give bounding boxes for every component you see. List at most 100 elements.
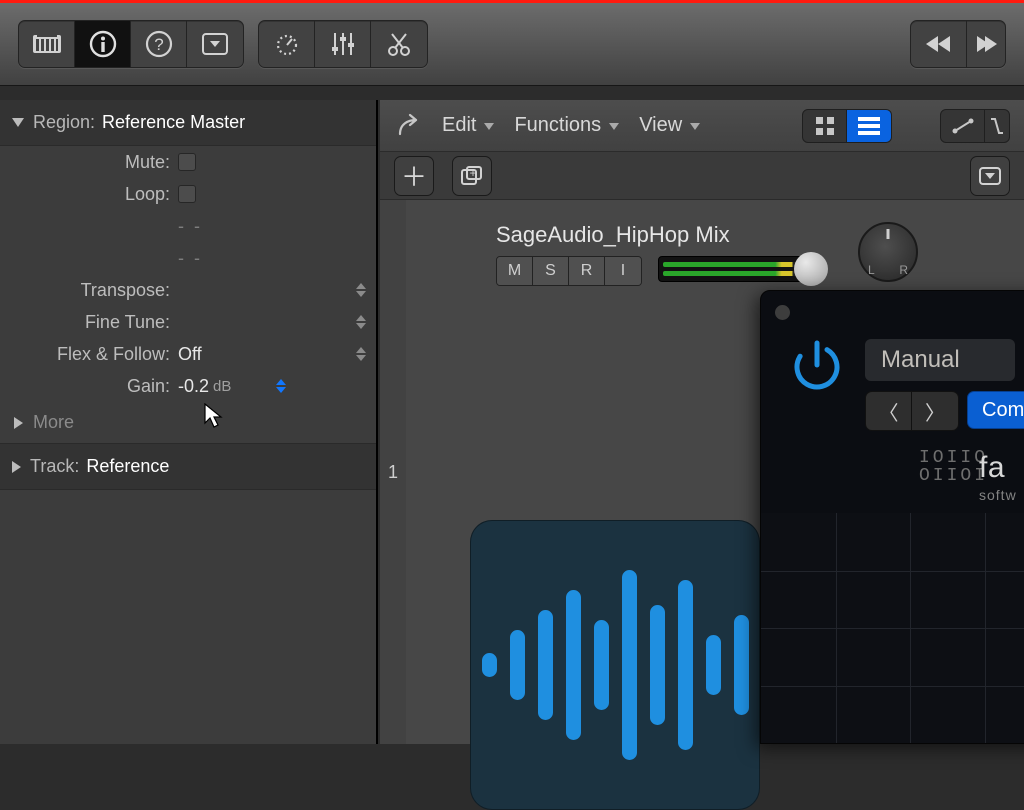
mixer-icon (329, 31, 357, 57)
functions-menu[interactable]: Functions (514, 114, 619, 137)
inspector-button[interactable] (75, 21, 131, 67)
region-header-value: Reference Master (102, 112, 245, 133)
mute-button[interactable]: M (497, 257, 533, 285)
brand-name: fa (979, 451, 1005, 485)
view-label: View (639, 114, 682, 137)
pan-right-label: R (899, 263, 908, 277)
view-toggle (802, 109, 892, 143)
scissors-button[interactable] (371, 21, 427, 67)
list-icon (858, 117, 880, 135)
automation-toggle (940, 109, 1010, 143)
more-row[interactable]: More (0, 402, 376, 443)
list-view-button[interactable] (847, 110, 891, 142)
svg-text:+: + (469, 166, 476, 180)
scissors-icon (386, 31, 412, 57)
msri-buttons: M S R I (496, 256, 642, 286)
track-header[interactable]: Track: Reference (0, 443, 376, 490)
qswing-row[interactable]: - - (0, 242, 376, 274)
finetune-row[interactable]: Fine Tune: (0, 306, 376, 338)
track-name[interactable]: SageAudio_HipHop Mix (496, 222, 730, 248)
preset-nav: 〈 〉 (865, 391, 959, 431)
track-icon-card (470, 520, 760, 810)
edit-tool-group (258, 20, 428, 68)
brand-subtitle: softw (979, 487, 1017, 503)
inspector-panel: Region: Reference Master Mute: Loop: - -… (0, 100, 378, 744)
gain-stepper[interactable] (276, 379, 286, 393)
track-number: 1 (380, 200, 406, 744)
plugin-window[interactable]: Manual 〈 〉 Com IOIIOOIIOI fa softw (760, 290, 1024, 744)
finetune-label: Fine Tune: (0, 312, 178, 333)
help-button[interactable]: ? (131, 21, 187, 67)
pan-left-label: L (868, 263, 875, 277)
mixer-button[interactable] (315, 21, 371, 67)
flex-toggle-button[interactable] (985, 110, 1009, 142)
transpose-row[interactable]: Transpose: (0, 274, 376, 306)
dropdown-icon (202, 33, 228, 55)
knob-icon (272, 30, 302, 58)
preset-prev-button[interactable]: 〈 (866, 392, 912, 430)
gain-row[interactable]: Gain: -0.2 dB (0, 370, 376, 402)
toolbar-dropdown-button[interactable] (187, 21, 243, 67)
gain-label: Gain: (0, 376, 178, 397)
compare-button[interactable]: Com (967, 391, 1024, 429)
disclosure-triangle-icon (12, 461, 21, 473)
chevron-down-icon (484, 123, 494, 130)
eq-plot[interactable] (761, 513, 1024, 743)
grid-icon (815, 116, 835, 136)
rewind-button[interactable] (911, 21, 967, 67)
mute-checkbox[interactable] (178, 153, 196, 171)
volume-fader-knob[interactable] (794, 252, 828, 286)
more-label: More (33, 412, 74, 433)
library-button[interactable] (19, 21, 75, 67)
region-header[interactable]: Region: Reference Master (0, 100, 376, 146)
track-dropdown-button[interactable] (970, 156, 1010, 196)
transpose-stepper[interactable] (356, 283, 366, 297)
flex-row[interactable]: Flex & Follow: Off (0, 338, 376, 370)
back-up-icon[interactable] (394, 112, 422, 140)
region-header-label: Region: (33, 112, 95, 133)
mute-label: Mute: (0, 152, 178, 173)
record-button[interactable]: R (569, 257, 605, 285)
brand-mark-icon: IOIIOOIIOI (919, 449, 988, 485)
close-dot[interactable] (775, 305, 790, 320)
automation-curve-button[interactable] (941, 110, 985, 142)
transport-group (910, 20, 1006, 68)
flex-label: Flex & Follow: (0, 344, 178, 365)
loop-checkbox[interactable] (178, 185, 196, 203)
forward-icon (975, 34, 997, 54)
finetune-stepper[interactable] (356, 315, 366, 329)
pan-knob[interactable]: L R (858, 222, 918, 282)
view-menu[interactable]: View (639, 114, 700, 137)
forward-button[interactable] (967, 21, 1005, 67)
grid-view-button[interactable] (803, 110, 847, 142)
tracks-subtoolbar: ＋ + (380, 152, 1024, 200)
chevron-down-icon (609, 123, 619, 130)
functions-label: Functions (514, 114, 601, 137)
waveform-icon (482, 570, 749, 760)
preset-display[interactable]: Manual (865, 339, 1015, 381)
mute-row: Mute: (0, 146, 376, 178)
smart-controls-button[interactable] (259, 21, 315, 67)
loop-row: Loop: (0, 178, 376, 210)
solo-button[interactable]: S (533, 257, 569, 285)
duplicate-icon: + (461, 166, 483, 186)
power-button[interactable] (785, 333, 849, 397)
dropdown-icon (979, 167, 1001, 185)
curve-icon (951, 117, 975, 135)
disclosure-triangle-icon (12, 118, 24, 127)
compare-label: Com (982, 399, 1024, 422)
preset-next-button[interactable]: 〉 (912, 392, 958, 430)
disclosure-triangle-icon (14, 417, 23, 429)
info-icon (89, 30, 117, 58)
region-params: Mute: Loop: - - - - Transpose: Fine Tune… (0, 146, 376, 402)
quantize-row[interactable]: - - (0, 210, 376, 242)
input-button[interactable]: I (605, 257, 641, 285)
edit-menu[interactable]: Edit (442, 114, 494, 137)
flex-stepper[interactable] (356, 347, 366, 361)
flex-value: Off (178, 344, 202, 365)
add-track-button[interactable]: ＋ (394, 156, 434, 196)
gain-value: -0.2 (178, 376, 209, 397)
duplicate-track-button[interactable]: + (452, 156, 492, 196)
help-icon: ? (145, 30, 173, 58)
transpose-label: Transpose: (0, 280, 178, 301)
